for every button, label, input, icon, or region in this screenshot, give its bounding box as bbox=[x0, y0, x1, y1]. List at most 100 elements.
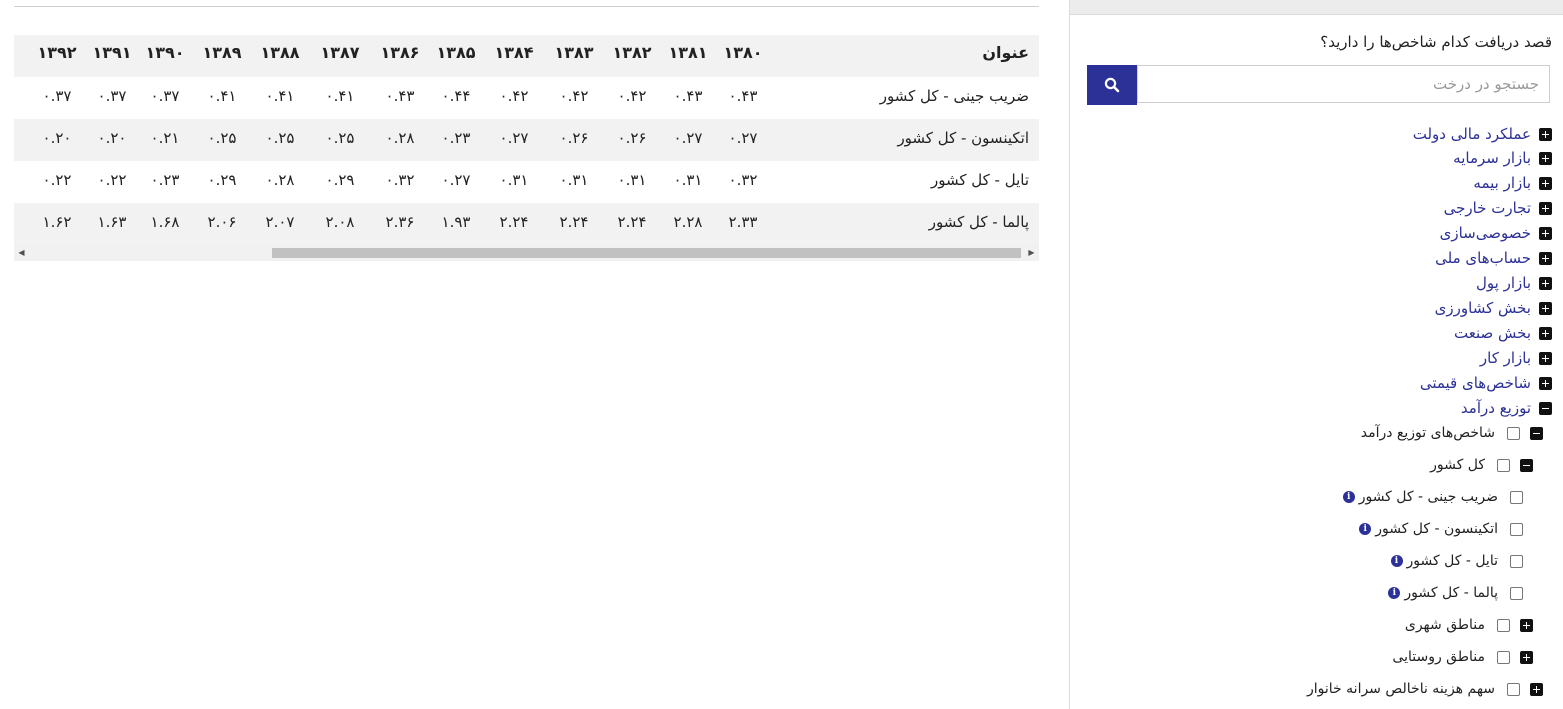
expand-icon[interactable] bbox=[1539, 351, 1552, 365]
tree-category-item[interactable]: شاخص‌های قیمتی bbox=[1420, 373, 1552, 393]
tree-category-item[interactable]: توزیع درآمد bbox=[1461, 398, 1552, 418]
info-icon[interactable]: i bbox=[1390, 555, 1403, 567]
tree-category-item[interactable]: بازار کار bbox=[1480, 348, 1552, 368]
tree-sub-item[interactable]: سهم هزینه ناخالص سرانه خانوار bbox=[1307, 678, 1543, 700]
tree-sub-item[interactable]: شاخص‌های توزیع درآمد bbox=[1361, 422, 1543, 444]
table-cell: ۰.۴۳ bbox=[728, 87, 758, 105]
info-icon[interactable]: i bbox=[1359, 523, 1372, 535]
tree-category-label: بازار بیمه bbox=[1473, 174, 1531, 192]
tree-checkbox[interactable] bbox=[1497, 458, 1510, 472]
tree-sub-item[interactable]: اتکینسون - کل کشور i bbox=[1359, 518, 1523, 540]
expand-icon[interactable] bbox=[1539, 251, 1552, 265]
table-cell: ۰.۲۷ bbox=[441, 171, 471, 189]
collapse-icon[interactable] bbox=[1530, 426, 1543, 440]
tree-category-item[interactable]: بازار سرمایه bbox=[1453, 148, 1552, 168]
table-cell: ۰.۲۵ bbox=[265, 129, 295, 147]
column-header-year: ۱۳۸۸ bbox=[260, 43, 300, 62]
expand-icon[interactable] bbox=[1539, 127, 1552, 141]
scroll-right-arrow-icon[interactable]: ▶ bbox=[1024, 244, 1039, 261]
tree-category-item[interactable]: عملکرد مالی دولت bbox=[1413, 124, 1552, 144]
collapse-icon[interactable] bbox=[1520, 458, 1533, 472]
tree-checkbox[interactable] bbox=[1507, 426, 1520, 440]
table-cell: ۱.۶۳ bbox=[97, 213, 127, 231]
tree-sub-item[interactable]: پالما - کل کشور i bbox=[1388, 582, 1523, 604]
tree-sub-label: مناطق روستایی bbox=[1392, 649, 1485, 665]
data-table-container: عنوان ۱۳۸۰ ۱۳۸۱ ۱۳۸۲ ۱۳۸۳ ۱۳۸۴ ۱۳۸۵ ۱۳۸۶ ۱۳۸۷ ۱۳۸… bbox=[14, 0, 1039, 262]
data-table: عنوان ۱۳۸۰ ۱۳۸۱ ۱۳۸۲ ۱۳۸۳ ۱۳۸۴ ۱۳۸۵ ۱۳۸۶ ۱۳۸۷ ۱۳۸… bbox=[14, 35, 1039, 245]
search-input[interactable] bbox=[1137, 65, 1550, 103]
tree-sub-item[interactable]: تایل - کل کشور i bbox=[1390, 550, 1523, 572]
tree-category-item[interactable]: بخش کشاورزی bbox=[1435, 298, 1552, 318]
tree-sub-item[interactable]: کل کشور bbox=[1430, 454, 1533, 476]
tree-category-item[interactable]: بازار پول bbox=[1476, 273, 1552, 293]
tree-category-label: حساب‌های ملی bbox=[1435, 249, 1531, 267]
scrollbar-thumb[interactable] bbox=[272, 248, 1021, 258]
tree-checkbox[interactable] bbox=[1510, 586, 1523, 600]
table-cell: ۰.۲۹ bbox=[325, 171, 355, 189]
table-header-row: عنوان ۱۳۸۰ ۱۳۸۱ ۱۳۸۲ ۱۳۸۳ ۱۳۸۴ ۱۳۸۵ ۱۳۸۶ ۱۳۸۷ ۱۳۸… bbox=[14, 35, 1039, 77]
expand-icon[interactable] bbox=[1520, 618, 1533, 632]
tree-sub-item[interactable]: مناطق روستایی bbox=[1392, 646, 1533, 668]
table-cell: ۰.۲۸ bbox=[385, 129, 415, 147]
table-cell: ۱.۶۸ bbox=[150, 213, 180, 231]
expand-icon[interactable] bbox=[1520, 650, 1533, 664]
column-header-year: ۱۳۹۲ bbox=[37, 43, 77, 62]
tree-checkbox[interactable] bbox=[1497, 650, 1510, 664]
expand-icon[interactable] bbox=[1539, 226, 1552, 240]
expand-icon[interactable] bbox=[1539, 326, 1552, 340]
table-cell: ۰.۲۷ bbox=[728, 129, 758, 147]
table-cell: ۰.۴۳ bbox=[385, 87, 415, 105]
collapse-icon[interactable] bbox=[1539, 401, 1552, 415]
column-header-year: ۱۳۸۴ bbox=[494, 43, 534, 62]
tree-checkbox[interactable] bbox=[1510, 490, 1523, 504]
tree-sub-label: سهم هزینه ناخالص سرانه خانوار bbox=[1307, 681, 1495, 697]
table-row: تایل - کل کشور ۰.۳۲ ۰.۳۱ ۰.۳۱ ۰.۳۱ ۰.۳۱ ۰.۲۷ ۰.… bbox=[14, 161, 1039, 203]
expand-icon[interactable] bbox=[1539, 176, 1552, 190]
info-icon[interactable]: i bbox=[1388, 587, 1401, 599]
table-cell: ۰ bbox=[14, 77, 30, 119]
indicator-sidebar: قصد دریافت کدام شاخص‌ها را دارید؟ عملکرد… bbox=[1069, 0, 1563, 709]
table-cell: ۲.۲۴ bbox=[559, 213, 589, 231]
tree-sub-label: کل کشور bbox=[1430, 457, 1485, 473]
table-cell: ۰.۳۱ bbox=[617, 171, 647, 189]
tree-category-item[interactable]: بازار بیمه bbox=[1473, 173, 1552, 193]
tree-category-item[interactable]: تجارت خارجی bbox=[1444, 198, 1552, 218]
tree-checkbox[interactable] bbox=[1507, 682, 1520, 696]
tree-sub-item[interactable]: مناطق شهری bbox=[1405, 614, 1533, 636]
tree-checkbox[interactable] bbox=[1510, 554, 1523, 568]
expand-icon[interactable] bbox=[1539, 376, 1552, 390]
tree-category-label: بازار پول bbox=[1476, 274, 1531, 292]
info-icon[interactable]: i bbox=[1342, 491, 1355, 503]
table-cell: ۱.۹۳ bbox=[441, 213, 471, 231]
table-cell: ۰ bbox=[14, 119, 30, 161]
table-cell: ۰.۳۷ bbox=[97, 87, 127, 105]
table-cell: ۰.۲۲ bbox=[97, 171, 127, 189]
expand-icon[interactable] bbox=[1539, 276, 1552, 290]
table-cell: ۰.۲۰ bbox=[97, 129, 127, 147]
horizontal-scrollbar[interactable]: ◀ ▶ bbox=[14, 244, 1039, 261]
search-button[interactable] bbox=[1087, 65, 1137, 105]
tree-category-label: توزیع درآمد bbox=[1460, 399, 1531, 417]
table-cell: ۰.۴۲ bbox=[499, 87, 529, 105]
tree-category-item[interactable]: حساب‌های ملی bbox=[1435, 248, 1552, 268]
expand-icon[interactable] bbox=[1539, 301, 1552, 315]
tree-category-item[interactable]: بخش صنعت bbox=[1454, 323, 1552, 343]
scroll-left-arrow-icon[interactable]: ◀ bbox=[14, 244, 29, 261]
column-header-year: ۱۳۸۰ bbox=[723, 43, 763, 62]
tree-category-item[interactable]: خصوصی‌سازی bbox=[1440, 223, 1552, 243]
tree-category-label: شاخص‌های قیمتی bbox=[1419, 374, 1531, 392]
expand-icon[interactable] bbox=[1539, 201, 1552, 215]
row-title: تایل - کل کشور bbox=[930, 171, 1029, 189]
expand-icon[interactable] bbox=[1539, 151, 1552, 165]
column-header-title: عنوان bbox=[982, 43, 1029, 62]
expand-icon[interactable] bbox=[1530, 682, 1543, 696]
table-cell: ۰.۴۴ bbox=[441, 87, 471, 105]
tree-checkbox[interactable] bbox=[1510, 522, 1523, 536]
tree-category-label: خصوصی‌سازی bbox=[1439, 224, 1531, 242]
table-cell: ۰.۳۱ bbox=[559, 171, 589, 189]
table-cell: ۰.۳۲ bbox=[385, 171, 415, 189]
tree-checkbox[interactable] bbox=[1497, 618, 1510, 632]
tree-sub-item[interactable]: ضریب جینی - کل کشور i bbox=[1342, 486, 1523, 508]
column-header-year: ۱۳۸۷ bbox=[320, 43, 360, 62]
table-cell: ۰.۳۲ bbox=[728, 171, 758, 189]
